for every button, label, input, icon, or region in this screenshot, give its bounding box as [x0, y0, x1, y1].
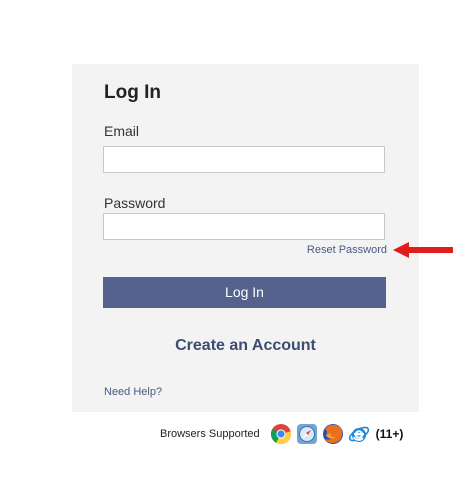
reset-password-link[interactable]: Reset Password [307, 244, 387, 256]
safari-icon [296, 424, 317, 444]
password-label: Password [104, 195, 166, 211]
create-account-link[interactable]: Create an Account [72, 337, 419, 355]
login-button[interactable]: Log In [103, 277, 386, 308]
password-field[interactable] [103, 213, 385, 240]
red-arrow-icon [393, 242, 453, 258]
email-field[interactable] [103, 146, 385, 173]
browsers-supported: Browsers Supported (11+) [160, 420, 403, 448]
email-label: Email [104, 123, 140, 139]
firefox-icon [322, 424, 343, 444]
need-help-link[interactable]: Need Help? [104, 386, 162, 398]
login-card: Log In Email Password Reset Password Log… [72, 64, 419, 412]
browsers-supported-label: Browsers Supported [160, 428, 260, 440]
internet-explorer-icon [348, 426, 369, 442]
chrome-icon [270, 424, 291, 445]
ie-version-label: (11+) [375, 427, 404, 441]
login-page: Log In Email Password Reset Password Log… [0, 0, 457, 485]
page-title: Log In [104, 82, 161, 103]
